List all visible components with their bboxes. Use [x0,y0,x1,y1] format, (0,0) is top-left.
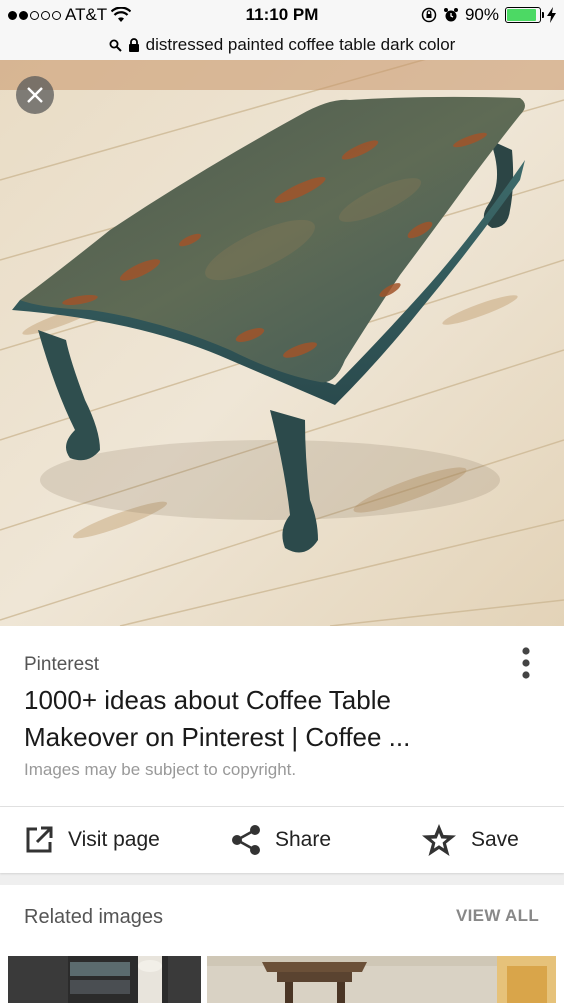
orientation-lock-icon [421,7,437,23]
share-button[interactable]: Share [231,807,331,873]
battery-level [507,9,536,21]
related-images-title: Related images [24,906,163,928]
close-button[interactable] [16,76,54,114]
action-bar: Visit page Share Save [0,807,564,873]
result-title[interactable]: 1000+ ideas about Coffee Table Makeover … [24,682,494,756]
save-label: Save [471,828,519,851]
visit-page-label: Visit page [68,828,160,851]
view-all-link[interactable]: VIEW ALL [456,906,539,926]
battery-percent: 90% [464,5,499,24]
star-icon [422,824,456,856]
visit-page-button[interactable]: Visit page [24,807,160,873]
search-icon [109,39,122,52]
more-vert-icon[interactable] [520,646,532,680]
result-source[interactable]: Pinterest [24,654,99,676]
battery-icon [505,7,544,23]
share-icon [232,825,260,855]
charging-bolt-icon [547,7,556,23]
related-image-thumbnail[interactable] [207,956,556,1003]
alarm-icon [443,8,458,22]
open-external-icon [26,826,53,853]
save-button[interactable]: Save [421,807,519,873]
result-image[interactable] [0,60,564,626]
close-icon [27,87,43,103]
copyright-notice: Images may be subject to copyright. [24,760,297,779]
status-right: 90% [421,5,556,25]
related-image-thumbnail[interactable] [8,956,201,1003]
address-bar[interactable]: distressed painted coffee table dark col… [0,30,564,60]
lock-icon [128,38,139,52]
coffee-table-photo [0,60,564,626]
share-label: Share [275,828,332,851]
status-bar: AT&T 11:10 PM 90% [0,0,564,30]
address-text: distressed painted coffee table dark col… [145,35,456,54]
